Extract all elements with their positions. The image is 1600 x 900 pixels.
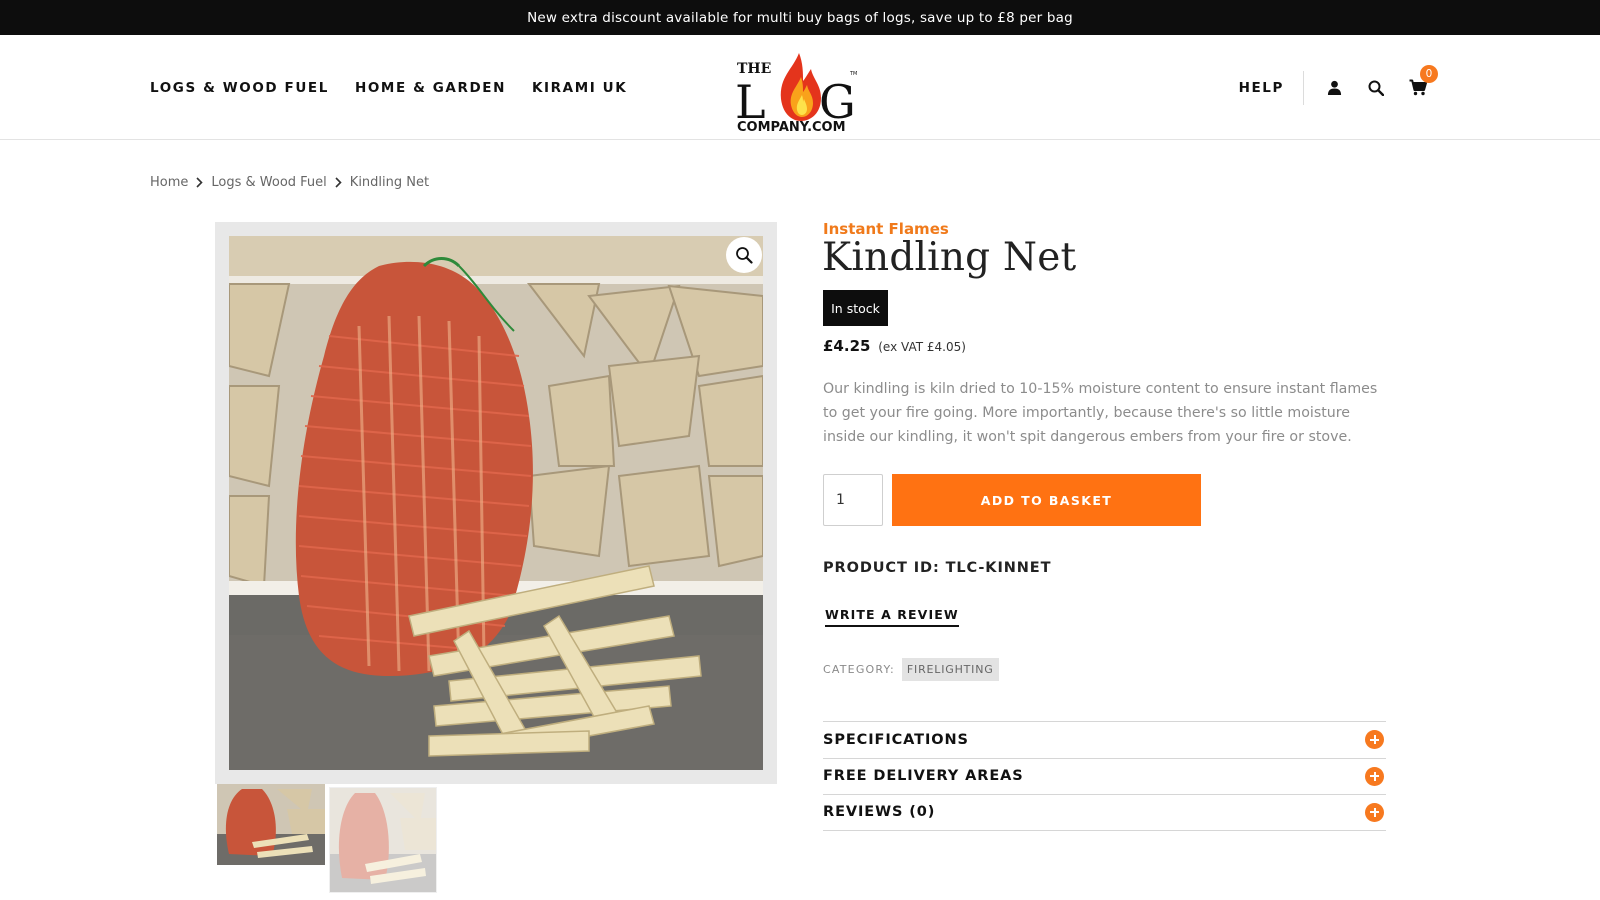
search-icon	[1368, 80, 1384, 96]
search-button[interactable]	[1356, 71, 1396, 105]
help-link[interactable]: HELP	[1239, 70, 1304, 105]
flame-icon	[780, 53, 821, 121]
price-ex-vat: (ex VAT £4.05)	[878, 340, 966, 354]
site-header: LOGS & WOOD FUEL HOME & GARDEN KIRAMI UK…	[0, 35, 1600, 140]
cart-button[interactable]: 0	[1398, 64, 1438, 105]
zoom-button[interactable]	[726, 237, 762, 273]
accordion-label: FREE DELIVERY AREAS	[823, 768, 1024, 785]
category-tag[interactable]: FIRELIGHTING	[901, 658, 999, 681]
plus-circle-icon	[1365, 802, 1384, 822]
product-main-image[interactable]	[229, 236, 763, 770]
kindling-net-photo	[229, 236, 763, 770]
logo-company: COMPANY.COM	[737, 120, 846, 133]
quantity-input[interactable]: 1	[823, 474, 883, 526]
nav-logs-wood-fuel[interactable]: LOGS & WOOD FUEL	[150, 80, 329, 96]
product-thumbnail[interactable]	[329, 787, 437, 893]
price-amount: £4.25	[823, 337, 871, 355]
product-gallery	[215, 222, 777, 784]
logo-tm: TM	[849, 71, 857, 77]
user-icon	[1327, 80, 1341, 95]
chevron-right-icon	[335, 177, 342, 188]
category-label: CATEGORY:	[823, 663, 895, 676]
product-thumbnail[interactable]	[217, 784, 325, 865]
breadcrumb-logs-wood-fuel[interactable]: Logs & Wood Fuel	[211, 175, 326, 190]
announcement-text: New extra discount available for multi b…	[527, 9, 1073, 26]
plus-circle-icon	[1365, 766, 1384, 786]
stock-badge: In stock	[823, 290, 888, 326]
log-company-logo: THE L G TM COMPANY.COM	[735, 53, 857, 135]
site-logo[interactable]: THE L G TM COMPANY.COM	[735, 43, 865, 135]
breadcrumb-current: Kindling Net	[349, 175, 430, 190]
product-price: £4.25 (ex VAT £4.05)	[823, 337, 966, 355]
accordion-label: SPECIFICATIONS	[823, 731, 969, 748]
product-title: Kindling Net	[822, 235, 1077, 280]
product-description: Our kindling is kiln dried to 10-15% moi…	[823, 381, 1378, 445]
breadcrumb: Home Logs & Wood Fuel Kindling Net	[150, 175, 429, 190]
account-button[interactable]	[1314, 71, 1354, 105]
zoom-icon	[736, 247, 753, 264]
nav-kirami-uk[interactable]: KIRAMI UK	[532, 80, 627, 96]
header-utilities: HELP 0	[1239, 35, 1438, 140]
chevron-right-icon	[196, 177, 204, 188]
nav-home-garden[interactable]: HOME & GARDEN	[355, 80, 506, 96]
accordion-label: REVIEWS (0)	[823, 804, 936, 821]
thumbnail-image	[330, 788, 436, 892]
plus-circle-icon	[1365, 730, 1384, 750]
thumbnail-image	[217, 784, 325, 865]
announcement-bar: New extra discount available for multi b…	[0, 0, 1600, 35]
write-review-link[interactable]: WRITE A REVIEW	[825, 607, 959, 627]
accordion-reviews[interactable]: REVIEWS (0)	[823, 794, 1386, 831]
product-category: CATEGORY: FIRELIGHTING	[823, 658, 999, 681]
add-to-basket-button[interactable]: ADD TO BASKET	[892, 474, 1201, 526]
breadcrumb-home[interactable]: Home	[150, 175, 188, 190]
product-id: PRODUCT ID: TLC-KINNET	[823, 560, 1052, 576]
cart-count-badge: 0	[1420, 64, 1438, 83]
main-nav: LOGS & WOOD FUEL HOME & GARDEN KIRAMI UK	[150, 35, 627, 140]
accordion-specifications[interactable]: SPECIFICATIONS	[823, 721, 1386, 758]
product-accordion: SPECIFICATIONS FREE DELIVERY AREAS REVIE…	[823, 721, 1386, 831]
accordion-free-delivery-areas[interactable]: FREE DELIVERY AREAS	[823, 757, 1386, 795]
